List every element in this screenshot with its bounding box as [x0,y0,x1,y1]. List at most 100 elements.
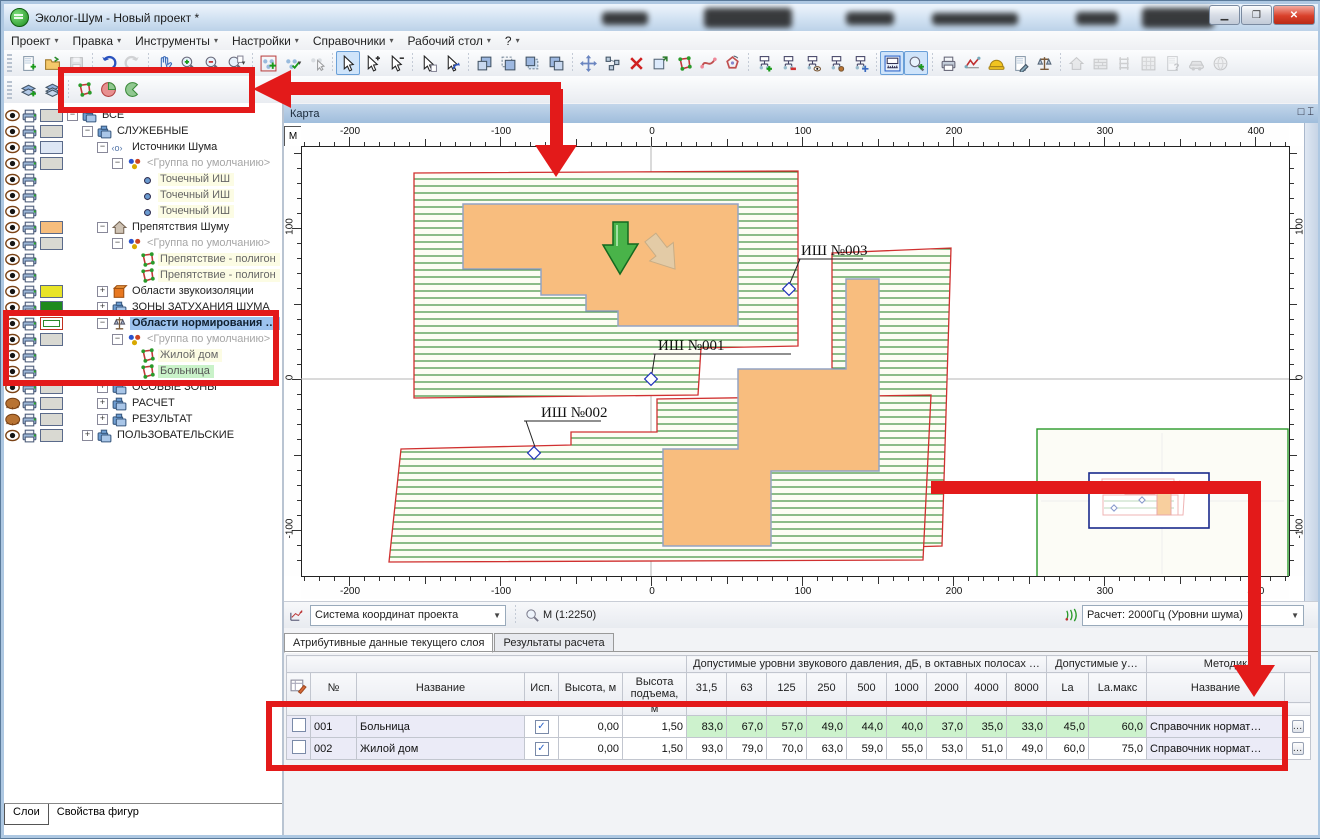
print-button[interactable] [936,51,960,75]
layer-row[interactable]: + ПОЛЬЗОВАТЕЛЬСКИЕ [4,427,282,443]
coordinate-system-select[interactable]: Система координат проекта▼ [310,605,506,626]
visibility-eye-icon[interactable] [4,235,21,252]
bring-to-front-button[interactable] [472,51,496,75]
print-icon[interactable] [21,171,38,188]
tree-add-button[interactable] [752,51,776,75]
method-picker-button[interactable]: … [1292,742,1304,755]
globe-tool-button[interactable] [1208,51,1232,75]
close-button[interactable]: ✕ [1273,5,1315,25]
delete-object-button[interactable] [624,51,648,75]
new-document-button[interactable] [16,51,40,75]
map-window-titlebar[interactable]: Карта □ ⌶ [284,104,1318,123]
print-icon[interactable] [21,107,38,124]
col-header[interactable]: 125 [767,673,807,703]
tree-expand-toggle[interactable]: + [82,430,93,441]
print-icon[interactable] [21,123,38,140]
layer-label[interactable]: <Группа по умолчанию> [145,237,274,250]
visibility-eye-icon[interactable] [4,395,21,412]
print-icon[interactable] [21,267,38,284]
move-object-button[interactable] [576,51,600,75]
menu-рабочий-стол[interactable]: Рабочий стол▾ [401,33,498,49]
col-header[interactable]: 4000 [967,673,1007,703]
col-header[interactable]: Высота подъема, [623,673,687,703]
layer-color-swatch[interactable] [38,397,67,410]
visibility-eye-icon[interactable] [4,187,21,204]
visibility-eye-icon[interactable] [4,155,21,172]
layer-color-swatch[interactable] [38,221,67,234]
tree-move-button[interactable] [848,51,872,75]
layer-label[interactable]: Препятствия Шуму [130,221,233,234]
col-header[interactable]: 2000 [927,673,967,703]
construction-mode-button[interactable] [984,51,1008,75]
tree-expand-toggle[interactable]: − [112,158,123,169]
layer-label[interactable]: СЛУЖЕБНЫЕ [115,125,193,138]
tree-visibility-button[interactable] [800,51,824,75]
tree-expand-toggle[interactable]: + [97,286,108,297]
tab-calc-results[interactable]: Результаты расчета [494,633,613,652]
tab-attribute-data[interactable]: Атрибутивные данные текущего слоя [284,633,493,653]
tree-expand-toggle[interactable]: + [97,398,108,409]
layer-row[interactable]: +Области звукоизоляции [4,283,282,299]
rotate-object-button[interactable] [720,51,744,75]
layer-row[interactable]: +РАСЧЕТ [4,395,282,411]
visibility-eye-icon[interactable] [4,219,21,236]
print-icon[interactable] [21,283,38,300]
print-icon[interactable] [21,187,38,204]
tree-expand-toggle[interactable]: − [82,126,93,137]
visibility-eye-icon[interactable] [4,411,21,428]
col-header[interactable]: 63 [727,673,767,703]
col-header[interactable]: Высота, м [559,673,623,703]
calc-result-select[interactable]: Расчет: 2000Гц (Уровни шума)▼ [1082,605,1304,626]
layer-row[interactable]: Препятствие - полигон [4,251,282,267]
layer-color-swatch[interactable] [38,413,67,426]
layer-label[interactable]: Точечный ИШ [158,205,234,218]
expertise-button[interactable] [1032,51,1056,75]
col-header[interactable]: La [1047,673,1089,703]
layer-row[interactable]: − СЛУЖЕБНЫЕ [4,123,282,139]
layer-row[interactable]: Точечный ИШ [4,171,282,187]
visibility-eye-icon[interactable] [4,427,21,444]
layer-label[interactable]: Препятствие - полигон [158,269,280,282]
col-header[interactable]: Исп. [525,673,559,703]
visibility-eye-icon[interactable] [4,267,21,284]
layer-row[interactable]: −‹o›Источники Шума [4,139,282,155]
layer-row[interactable]: +РЕЗУЛЬТАТ [4,411,282,427]
layer-row[interactable]: − <Группа по умолчанию> [4,235,282,251]
layer-row[interactable]: −<Группа по умолчанию> [4,155,282,171]
select-add-button[interactable] [360,51,384,75]
menu-настройки[interactable]: Настройки▾ [225,33,306,49]
wall-tool-button[interactable] [1088,51,1112,75]
menu-справочники[interactable]: Справочники▾ [306,33,401,49]
tree-remove-button[interactable] [776,51,800,75]
tree-expand-toggle[interactable]: + [97,414,108,425]
restore-icon[interactable]: □ [1298,106,1305,119]
layer-color-swatch[interactable] [38,157,67,170]
menu-проект[interactable]: Проект▾ [4,33,66,49]
visibility-eye-icon[interactable] [4,107,21,124]
print-icon[interactable] [21,235,38,252]
print-icon[interactable] [21,411,38,428]
pin-icon[interactable]: ⌶ [1307,106,1314,119]
print-icon[interactable] [21,427,38,444]
select-remove-button[interactable] [384,51,408,75]
print-icon[interactable] [21,395,38,412]
bring-forward-button[interactable] [520,51,544,75]
layer-label[interactable]: ПОЛЬЗОВАТЕЛЬСКИЕ [115,429,238,442]
edit-curve-button[interactable] [696,51,720,75]
panel-tab-figure-properties[interactable]: Свойства фигур [49,804,147,825]
layer-label[interactable]: Точечный ИШ [158,173,234,186]
col-header[interactable]: 8000 [1007,673,1047,703]
layer-row[interactable]: −Препятствия Шуму [4,219,282,235]
layer-row[interactable]: Точечный ИШ [4,203,282,219]
visibility-eye-icon[interactable] [4,123,21,140]
tree-expand-toggle[interactable]: − [112,238,123,249]
select-back-button[interactable] [440,51,464,75]
menu-инструменты[interactable]: Инструменты▾ [128,33,225,49]
panel-tab-layers[interactable]: Слои [4,804,49,825]
print-icon[interactable] [21,203,38,220]
layer-color-swatch[interactable] [38,237,67,250]
col-header[interactable]: 1000 [887,673,927,703]
layer-row[interactable]: Препятствие - полигон [4,267,282,283]
doc-info-button[interactable]: ? [1160,51,1184,75]
col-header[interactable]: 250 [807,673,847,703]
